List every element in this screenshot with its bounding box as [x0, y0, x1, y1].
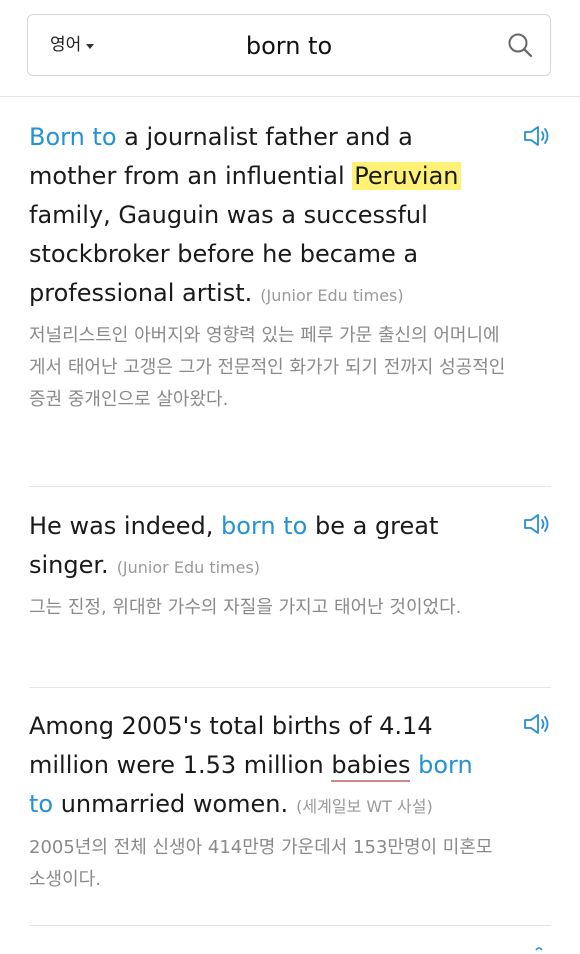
source-label: (Junior Edu times) [116, 558, 261, 577]
speaker-icon[interactable] [522, 712, 552, 736]
highlighted-word: Peruvian [352, 162, 461, 190]
divider [29, 925, 551, 926]
sentence-text [410, 751, 418, 779]
language-label: 영어 [50, 35, 82, 55]
search-bar: 영어 [27, 14, 551, 77]
source-label: (Junior Edu times) [260, 286, 404, 305]
example-translation: 그는 진정, 위대한 가수의 자질을 가지고 태어난 것이었다. [29, 597, 462, 618]
caret-down-icon [86, 43, 95, 49]
example-sentence: Among 2005's total births of 4.14 millio… [29, 707, 499, 826]
source-label: (세계일보 WT 사설) [296, 797, 433, 816]
search-header: 영어 [0, 0, 580, 97]
example-sentence: He was indeed, born to be a great singer… [29, 507, 499, 587]
partial-speaker-icon [535, 947, 543, 951]
sentence-text: unmarried women. [53, 790, 289, 818]
example-translation: 2005년의 전체 신생아 414만명 가운데서 153만명이 미혼모 소생이다… [29, 837, 493, 890]
example-sentence: Born to a journalist father and a mother… [29, 118, 499, 315]
divider [29, 486, 551, 487]
search-icon[interactable] [506, 31, 534, 59]
keyword-highlight: born to [221, 512, 308, 540]
speaker-icon[interactable] [522, 512, 552, 536]
language-dropdown[interactable]: 영어 [50, 15, 95, 75]
search-input[interactable] [128, 15, 450, 77]
sentence-text: He was indeed, [29, 512, 222, 540]
speaker-icon[interactable] [522, 124, 552, 148]
example-translation: 저널리스트인 아버지와 영향력 있는 페루 가문 출신의 어머니에게서 태어난 … [29, 325, 506, 410]
keyword-highlight: Born to [29, 123, 117, 151]
underlined-word: babies [331, 751, 411, 782]
divider [29, 687, 551, 688]
